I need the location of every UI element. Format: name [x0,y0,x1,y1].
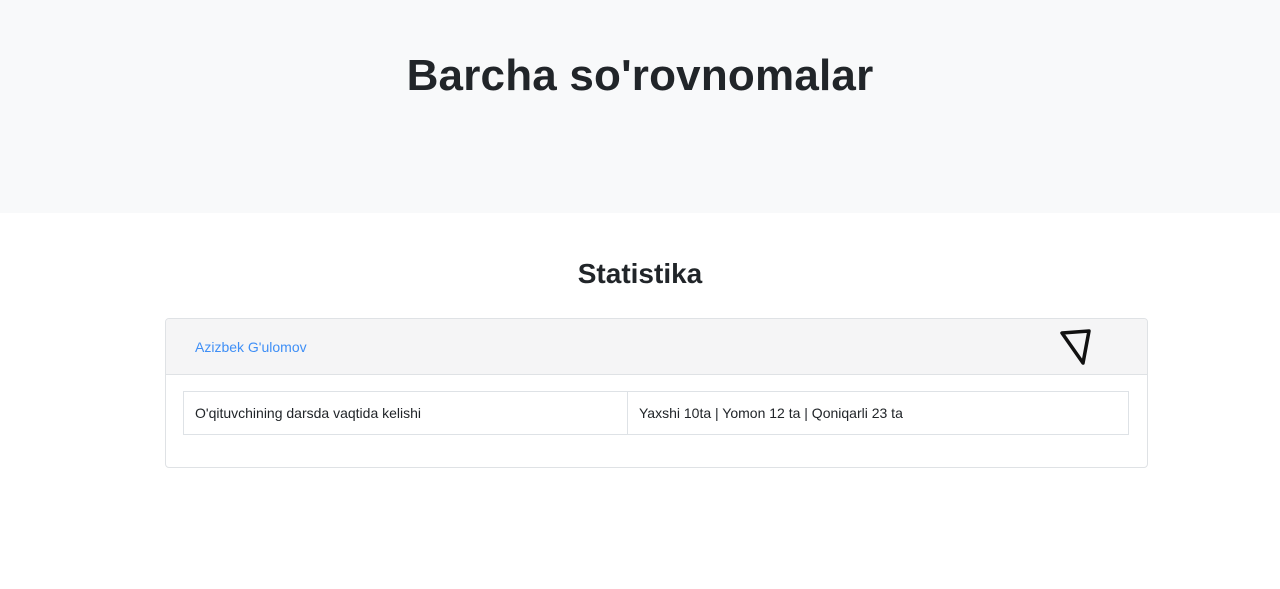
question-cell: O'qituvchining darsda vaqtida kelishi [183,391,628,435]
table-row: O'qituvchining darsda vaqtida kelishi Ya… [183,391,1129,435]
result-cell: Yaxshi 10ta | Yomon 12 ta | Qoniqarli 23… [627,391,1129,435]
teacher-stats-card: Azizbek G'ulomov O'qituvchining darsda v… [165,318,1148,468]
statistics-heading: Statistika [577,258,703,289]
stats-table: O'qituvchining darsda vaqtida kelishi Ya… [183,391,1129,435]
page-title: Barcha so'rovnomalar [406,51,874,100]
teacher-name-link[interactable]: Azizbek G'ulomov [195,338,307,356]
card-header[interactable]: Azizbek G'ulomov [166,319,1147,375]
page-header: Barcha so'rovnomalar [0,0,1280,213]
triangle-down-icon[interactable] [1059,328,1093,368]
